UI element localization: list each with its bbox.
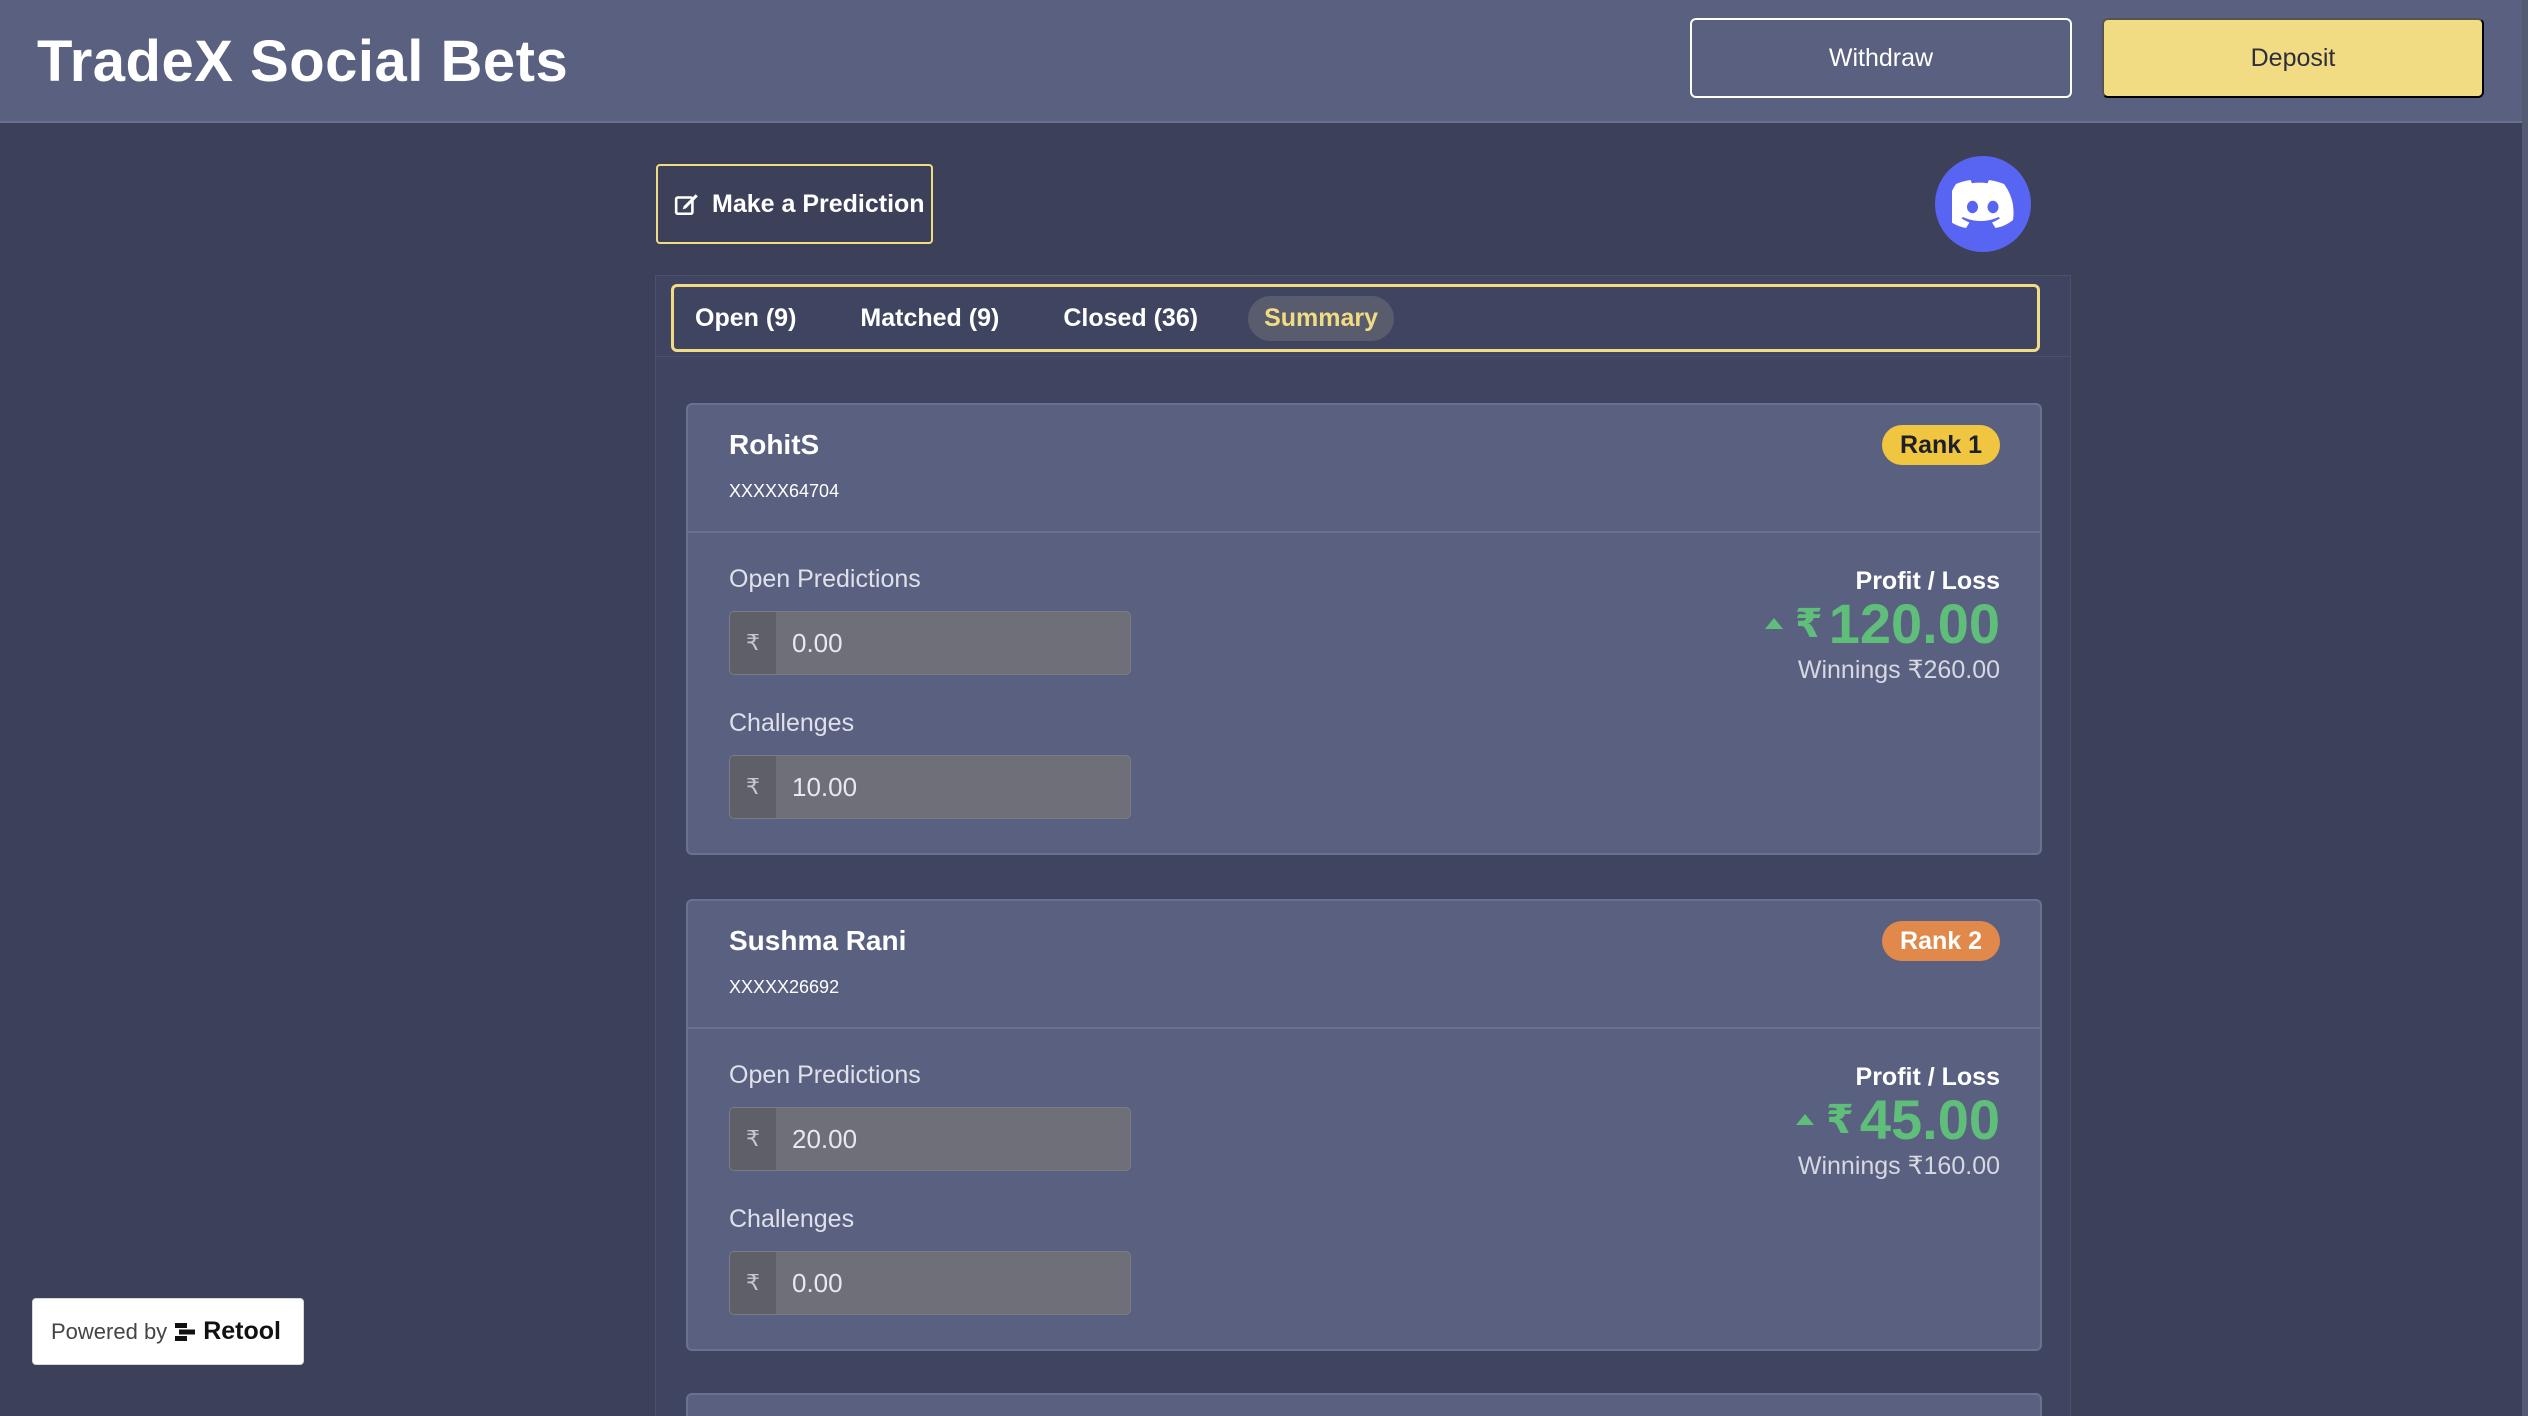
rupee-icon: ₹ <box>730 1252 776 1314</box>
make-prediction-label: Make a Prediction <box>712 189 925 218</box>
open-predictions-label: Open Predictions <box>729 1061 921 1089</box>
retool-icon <box>175 1322 196 1341</box>
card-header: Sushma Rani XXXXX26692 Rank 2 <box>688 901 2040 1029</box>
up-arrow-icon <box>1764 618 1783 629</box>
challenges-value: 0.00 <box>792 1267 843 1298</box>
profit-loss-amount: 120.00 <box>1828 592 2000 655</box>
tab-open[interactable]: Open (9) <box>679 296 812 341</box>
rupee-icon: ₹ <box>730 756 776 818</box>
rupee-icon: ₹ <box>730 612 776 674</box>
open-predictions-field[interactable]: ₹ 0.00 <box>729 611 1131 675</box>
challenges-label: Challenges <box>729 709 855 737</box>
tab-closed[interactable]: Closed (36) <box>1047 296 1214 341</box>
summary-card: RohitS XXXXX64704 Rank 1 Open Prediction… <box>686 403 2042 855</box>
discord-icon <box>1952 180 2014 228</box>
tab-matched[interactable]: Matched (9) <box>844 296 1015 341</box>
app-title: TradeX Social Bets <box>37 29 569 94</box>
app-header: TradeX Social Bets Withdraw Deposit <box>0 0 2528 123</box>
challenges-field[interactable]: ₹ 10.00 <box>729 755 1131 819</box>
tabs-divider <box>656 356 2070 357</box>
rank-badge: Rank 2 <box>1882 921 2000 961</box>
open-predictions-field[interactable]: ₹ 20.00 <box>729 1107 1131 1171</box>
card-header: RohitS XXXXX64704 Rank 1 <box>688 405 2040 533</box>
challenges-label: Challenges <box>729 1205 855 1233</box>
main-panel: Open (9) Matched (9) Closed (36) Summary… <box>655 275 2071 1416</box>
retool-brand-text: Retool <box>203 1317 281 1345</box>
rank-badge: Rank 1 <box>1882 425 2000 465</box>
user-name: Sushma Rani <box>729 925 907 956</box>
deposit-button[interactable]: Deposit <box>2102 18 2484 98</box>
user-phone: XXXXX64704 <box>729 481 840 501</box>
profit-loss-value: ₹ 45.00 <box>1796 1087 2000 1152</box>
winnings-text: Winnings ₹160.00 <box>1797 1152 2000 1180</box>
profit-loss-value: ₹ 120.00 <box>1764 591 2000 656</box>
open-predictions-value: 20.00 <box>792 1123 858 1154</box>
profit-loss-amount: 45.00 <box>1859 1088 2000 1151</box>
scrollbar[interactable] <box>2522 0 2528 1416</box>
user-phone: XXXXX26692 <box>729 977 840 997</box>
withdraw-button[interactable]: Withdraw <box>1690 18 2072 98</box>
summary-card <box>686 1393 2042 1416</box>
powered-by-badge[interactable]: Powered by Retool <box>32 1298 304 1365</box>
user-name: RohitS <box>729 429 820 460</box>
rupee-icon: ₹ <box>1794 601 1823 646</box>
open-predictions-value: 0.00 <box>792 627 843 658</box>
retool-logo: Retool <box>175 1317 281 1346</box>
tab-summary[interactable]: Summary <box>1248 295 1395 341</box>
open-predictions-label: Open Predictions <box>729 565 921 593</box>
winnings-text: Winnings ₹260.00 <box>1797 656 2000 684</box>
tab-bar: Open (9) Matched (9) Closed (36) Summary <box>671 284 2040 352</box>
challenges-field[interactable]: ₹ 0.00 <box>729 1251 1131 1315</box>
rupee-icon: ₹ <box>730 1108 776 1170</box>
summary-card: Sushma Rani XXXXX26692 Rank 2 Open Predi… <box>686 899 2042 1351</box>
challenges-value: 10.00 <box>792 771 858 802</box>
powered-by-label: Powered by <box>51 1318 168 1344</box>
discord-button[interactable] <box>1935 156 2031 252</box>
edit-icon <box>674 194 698 216</box>
rupee-icon: ₹ <box>1826 1097 1854 1142</box>
up-arrow-icon <box>1796 1114 1815 1125</box>
make-prediction-button[interactable]: Make a Prediction <box>656 164 933 244</box>
